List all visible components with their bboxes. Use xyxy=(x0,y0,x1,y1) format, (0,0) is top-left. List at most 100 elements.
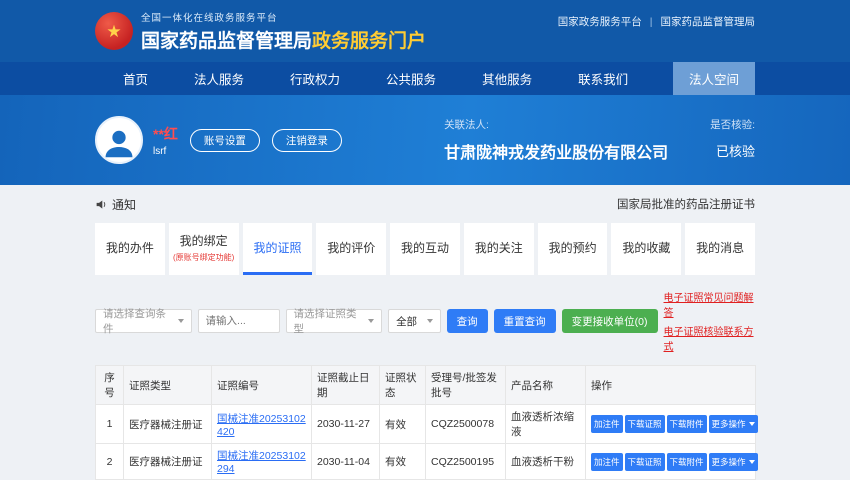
select-placeholder: 请选择查询条件 xyxy=(103,306,172,336)
chevron-down-icon xyxy=(427,319,433,323)
row-actions: 加注件 下载证照 下载附件 更多操作 xyxy=(591,415,750,433)
cell-status: 有效 xyxy=(380,405,426,444)
license-table: 序号 证照类型 证照编号 证照截止日期 证照状态 受理号/批签发批号 产品名称 … xyxy=(95,365,756,480)
col-product-name: 产品名称 xyxy=(506,366,586,405)
emblem-star-icon: ★ xyxy=(106,23,121,40)
download-license-button[interactable]: 下载证照 xyxy=(625,415,665,433)
tab-my-binding[interactable]: 我的绑定 (原账号绑定功能) xyxy=(169,223,239,275)
change-receiver-button[interactable]: 变更接收单位(0) xyxy=(562,309,658,333)
nav-other-services[interactable]: 其他服务 xyxy=(482,69,532,88)
tab-bar: 我的办件 我的绑定 (原账号绑定功能) 我的证照 我的评价 我的互动 我的关注 … xyxy=(95,223,755,275)
nav-contact-us[interactable]: 联系我们 xyxy=(578,69,628,88)
download-attachment-button[interactable]: 下载附件 xyxy=(667,453,707,471)
cell-no: 1 xyxy=(96,405,124,444)
speaker-icon xyxy=(95,198,108,211)
company-name: 甘肃陇神戎发药业股份有限公司 xyxy=(444,139,668,163)
site-title-accent: 政务服务门户 xyxy=(312,31,426,52)
col-license-number: 证照编号 xyxy=(212,366,312,405)
col-no: 序号 xyxy=(96,366,124,405)
tab-label: 我的绑定 xyxy=(180,232,228,249)
site-title: 国家药品监督管理局政务服务门户 xyxy=(141,26,426,53)
cell-no: 2 xyxy=(96,444,124,480)
main-content: 通知 国家局批准的药品注册证书 我的办件 我的绑定 (原账号绑定功能) 我的证照… xyxy=(0,185,850,480)
user-name: **红 xyxy=(153,124,178,144)
brand-text: 全国一体化在线政务服务平台 国家药品监督管理局政务服务门户 xyxy=(141,10,426,53)
tab-my-interactions[interactable]: 我的互动 xyxy=(390,223,460,275)
annotate-button[interactable]: 加注件 xyxy=(591,415,623,433)
link-separator: | xyxy=(650,16,653,28)
license-number-link[interactable]: 国械注准20253102420 xyxy=(217,413,306,438)
cell-acceptance-number: CQZ2500195 xyxy=(426,444,506,480)
nav-items: 首页 法人服务 行政权力 公共服务 其他服务 联系我们 xyxy=(95,69,628,88)
chevron-down-icon xyxy=(368,319,374,323)
tab-label: 我的消息 xyxy=(696,239,744,256)
verify-status: 已核验 xyxy=(710,141,755,160)
tab-label: 我的预约 xyxy=(549,239,597,256)
license-type-select[interactable]: 请选择证照类型 xyxy=(286,309,383,333)
col-status: 证照状态 xyxy=(380,366,426,405)
notice-content[interactable]: 国家局批准的药品注册证书 xyxy=(617,196,755,212)
tab-my-reviews[interactable]: 我的评价 xyxy=(316,223,386,275)
license-verify-contact-link[interactable]: 电子证照核验联系方式 xyxy=(664,323,756,353)
national-emblem-icon: ★ xyxy=(95,12,133,50)
notice-label: 通知 xyxy=(112,196,136,213)
nav-administrative-power[interactable]: 行政权力 xyxy=(290,69,340,88)
tab-my-messages[interactable]: 我的消息 xyxy=(685,223,755,275)
annotate-button[interactable]: 加注件 xyxy=(591,453,623,471)
platform-tagline: 全国一体化在线政务服务平台 xyxy=(141,10,426,24)
tab-my-favorites[interactable]: 我的收藏 xyxy=(611,223,681,275)
tab-label: 我的互动 xyxy=(401,239,449,256)
tab-my-licenses[interactable]: 我的证照 xyxy=(243,223,313,275)
query-button[interactable]: 查询 xyxy=(447,309,488,333)
download-license-button[interactable]: 下载证照 xyxy=(625,453,665,471)
query-condition-select[interactable]: 请选择查询条件 xyxy=(95,309,192,333)
nav-legal-services[interactable]: 法人服务 xyxy=(194,69,244,88)
cell-status: 有效 xyxy=(380,444,426,480)
user-banner: **红 lsrf 账号设置 注销登录 关联法人: 甘肃陇神戎发药业股份有限公司 … xyxy=(0,95,850,185)
tab-my-appointments[interactable]: 我的预约 xyxy=(538,223,608,275)
person-icon xyxy=(100,124,138,162)
related-legal-block: 关联法人: 甘肃陇神戎发药业股份有限公司 xyxy=(444,117,668,163)
link-nmpa[interactable]: 国家药品监督管理局 xyxy=(661,14,756,29)
status-select[interactable]: 全部 xyxy=(388,309,441,333)
notice-left: 通知 xyxy=(95,196,136,213)
nav-public-services[interactable]: 公共服务 xyxy=(386,69,436,88)
cell-acceptance-number: CQZ2500078 xyxy=(426,405,506,444)
table-row: 1 医疗器械注册证 国械注准20253102420 2030-11-27 有效 … xyxy=(96,405,756,444)
chevron-down-icon xyxy=(178,319,184,323)
nav-home[interactable]: 首页 xyxy=(123,69,148,88)
chevron-down-icon xyxy=(749,460,755,464)
more-actions-label: 更多操作 xyxy=(712,418,746,430)
reset-query-button[interactable]: 重置查询 xyxy=(494,309,556,333)
account-settings-button[interactable]: 账号设置 xyxy=(190,129,260,152)
legal-space-button[interactable]: 法人空间 xyxy=(673,62,755,95)
logout-button[interactable]: 注销登录 xyxy=(272,129,342,152)
avatar[interactable] xyxy=(95,116,143,164)
user-account: lsrf xyxy=(153,146,178,157)
cell-product-name: 血液透析干粉 xyxy=(506,444,586,480)
license-number-link[interactable]: 国械注准20253102294 xyxy=(217,450,306,475)
link-national-platform[interactable]: 国家政务服务平台 xyxy=(558,14,642,29)
more-actions-button[interactable]: 更多操作 xyxy=(709,415,758,433)
col-expiry-date: 证照截止日期 xyxy=(312,366,380,405)
tab-my-applications[interactable]: 我的办件 xyxy=(95,223,165,275)
header-links: 国家政务服务平台 | 国家药品监督管理局 xyxy=(558,14,755,29)
main-nav: 首页 法人服务 行政权力 公共服务 其他服务 联系我们 法人空间 xyxy=(0,62,850,95)
cell-license-type: 医疗器械注册证 xyxy=(124,405,212,444)
license-faq-link[interactable]: 电子证照常见问题解答 xyxy=(664,289,756,319)
cell-license-type: 医疗器械注册证 xyxy=(124,444,212,480)
legal-entity-info: 关联法人: 甘肃陇神戎发药业股份有限公司 是否核验: 已核验 xyxy=(444,117,755,163)
help-links: 电子证照常见问题解答 电子证照核验联系方式 xyxy=(664,289,756,353)
notice-bar: 通知 国家局批准的药品注册证书 xyxy=(95,193,755,215)
site-title-main: 国家药品监督管理局 xyxy=(141,31,312,52)
tab-my-follows[interactable]: 我的关注 xyxy=(464,223,534,275)
download-attachment-button[interactable]: 下载附件 xyxy=(667,415,707,433)
more-actions-button[interactable]: 更多操作 xyxy=(709,453,758,471)
tab-label: 我的评价 xyxy=(327,239,375,256)
cell-product-name: 血液透析浓缩液 xyxy=(506,405,586,444)
related-legal-label: 关联法人: xyxy=(444,117,668,132)
verify-label: 是否核验: xyxy=(710,117,755,132)
row-actions: 加注件 下载证照 下载附件 更多操作 xyxy=(591,453,750,471)
user-info: **红 lsrf 账号设置 注销登录 xyxy=(95,116,342,164)
query-input[interactable] xyxy=(198,309,280,333)
